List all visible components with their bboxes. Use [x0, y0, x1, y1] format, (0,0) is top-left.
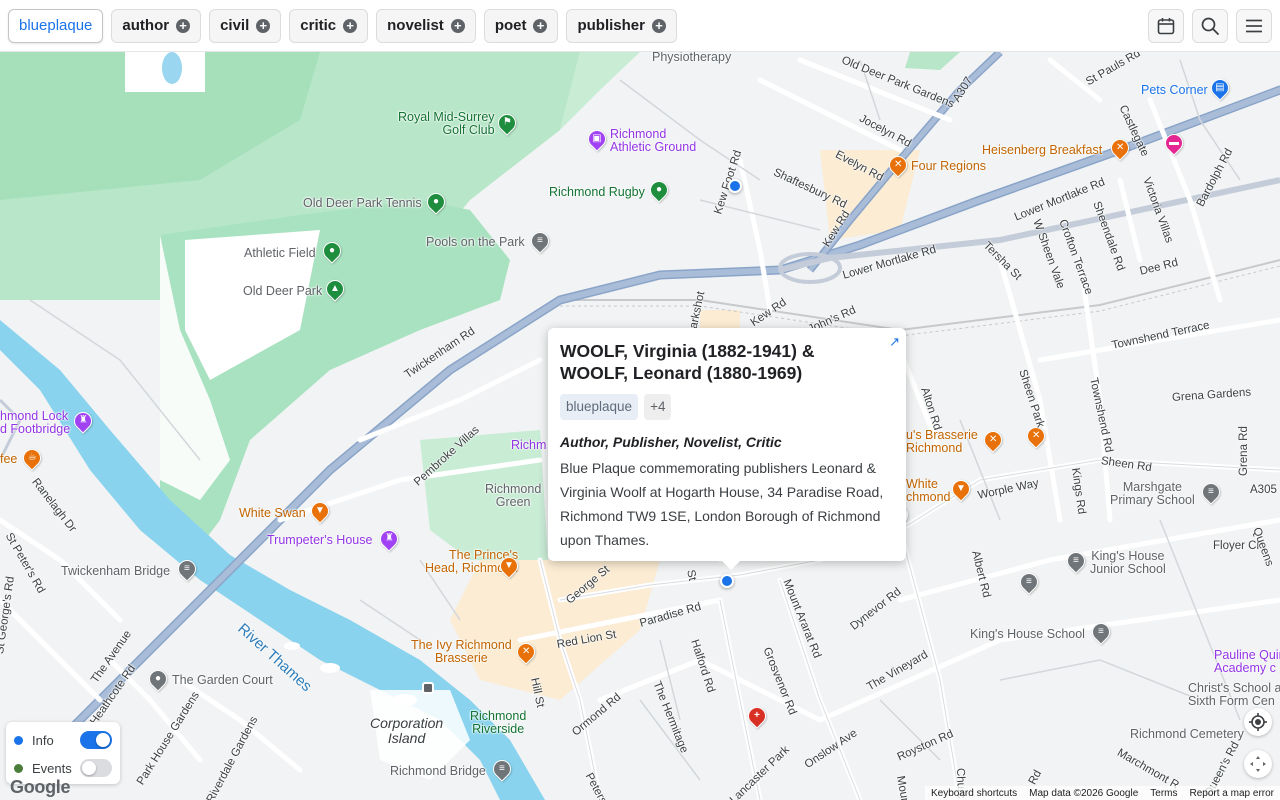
- map-attribution: Keyboard shortcuts Map data ©2026 Google…: [924, 786, 1280, 800]
- info-toggle[interactable]: [80, 731, 112, 749]
- toggle-knob: [96, 733, 110, 747]
- popup-description: Blue Plaque commemorating publishers Leo…: [560, 460, 884, 548]
- place-richmond-lock: hmond Lock d Footbridge: [0, 409, 71, 436]
- add-circle-icon: +: [533, 18, 548, 33]
- legend-info-label: Info: [32, 732, 54, 748]
- place-richmond-green: Richmond Green: [485, 482, 542, 509]
- place-cafe: fee: [0, 452, 18, 466]
- add-circle-icon: +: [450, 18, 465, 33]
- info-marker-selected[interactable]: [720, 574, 734, 588]
- place-kings-house-junior: King's House Junior School: [1090, 549, 1166, 576]
- filter-chip-author[interactable]: author +: [111, 8, 202, 43]
- fullscreen-icon: [1250, 756, 1266, 772]
- add-circle-icon: +: [256, 18, 271, 33]
- filter-bar: blueplaque author + civil + critic + nov…: [0, 0, 1280, 52]
- expand-icon[interactable]: ↗: [889, 334, 900, 350]
- menu-icon: [1246, 19, 1262, 33]
- place-old-deer-park: Old Deer Park: [243, 284, 323, 298]
- plaque-info-popup[interactable]: ↗ WOOLF, Virginia (1882-1941) & WOOLF, L…: [548, 328, 906, 570]
- place-us-brasserie: u's Brasserie Richmond: [906, 428, 978, 455]
- popup-roles: Author, Publisher, Novelist, Critic: [560, 434, 782, 450]
- filter-chip-novelist[interactable]: novelist +: [376, 8, 476, 43]
- filter-chip-label: novelist: [387, 17, 444, 34]
- place-old-deer-park-tennis: Old Deer Park Tennis: [303, 196, 422, 210]
- legend-row-info: Info: [14, 726, 112, 754]
- road-floyer-cl: Floyer Cl: [1213, 540, 1260, 552]
- legend-panel: Info Events: [6, 722, 120, 784]
- place-pets-corner: Pets Corner: [1141, 83, 1208, 97]
- filter-chip-poet[interactable]: poet +: [483, 8, 559, 43]
- place-corporation-island: Corporation Island: [370, 715, 444, 746]
- place-richmond-rugby: Richmond Rugby: [549, 185, 645, 199]
- toolbar-actions: [1140, 9, 1272, 43]
- google-logo: Google: [10, 777, 71, 797]
- place-pools-on-the-park: Pools on the Park: [426, 235, 525, 249]
- road-grena-rd: Grena Rd: [1238, 426, 1250, 476]
- bus-stop-icon[interactable]: [422, 682, 434, 694]
- place-garden-court: The Garden Court: [172, 673, 273, 687]
- road-st: St: [684, 568, 699, 582]
- calendar-button[interactable]: [1148, 9, 1184, 43]
- add-circle-icon: +: [176, 18, 191, 33]
- popup-title: WOOLF, Virginia (1882-1941) & WOOLF, Leo…: [560, 341, 815, 383]
- search-button[interactable]: [1192, 9, 1228, 43]
- place-athletic-field: Athletic Field: [244, 246, 316, 260]
- place-richmond-bridge: Richmond Bridge: [390, 764, 486, 778]
- popup-tag-primary[interactable]: blueplaque: [560, 394, 639, 420]
- report-error-link[interactable]: Report a map error: [1190, 788, 1274, 799]
- menu-button[interactable]: [1236, 9, 1272, 43]
- place-white-swan: White Swan: [239, 506, 306, 520]
- filter-chip-publisher[interactable]: publisher +: [566, 8, 677, 43]
- place-trumpeters: Trumpeter's House: [267, 533, 373, 547]
- place-ivy-richmond: The Ivy Richmond Brasserie: [411, 638, 512, 665]
- road-a305: A305: [1250, 484, 1277, 496]
- filter-chip-blueplaque[interactable]: blueplaque: [8, 8, 104, 43]
- toggle-knob: [82, 761, 96, 775]
- legend-events-label: Events: [32, 760, 72, 776]
- info-marker[interactable]: [728, 179, 742, 193]
- place-heisenberg: Heisenberg Breakfast: [982, 143, 1103, 157]
- search-icon: [1201, 17, 1219, 35]
- place-white-richmond: White chmond: [906, 477, 951, 504]
- place-physiotherapy: Physiotherapy: [652, 50, 732, 64]
- popup-tag-more[interactable]: +4: [644, 394, 672, 420]
- popup-tags: blueplaque +4: [560, 394, 894, 420]
- my-location-icon: [1249, 713, 1267, 731]
- calendar-icon: [1157, 18, 1175, 35]
- filter-chip-label: author: [122, 17, 170, 34]
- events-toggle[interactable]: [80, 759, 112, 777]
- place-royal-mid-surrey: Royal Mid-Surrey Golf Club: [398, 110, 495, 137]
- place-richm: Richm: [511, 438, 547, 452]
- filter-chip-critic[interactable]: critic +: [289, 8, 369, 43]
- filter-chip-label: poet: [494, 17, 527, 34]
- fullscreen-button[interactable]: [1244, 750, 1272, 778]
- events-dot-icon: [14, 763, 23, 773]
- place-richmond-athletic: Richmond Athletic Ground: [610, 127, 697, 154]
- place-four-regions: Four Regions: [911, 159, 987, 173]
- filter-chip-label: publisher: [577, 17, 645, 34]
- place-kings-house-school: King's House School: [970, 627, 1085, 641]
- filter-chip-label: blueplaque: [19, 17, 93, 34]
- place-twickenham-bridge: Twickenham Bridge: [61, 564, 171, 578]
- place-richmond-cemetery: Richmond Cemetery: [1130, 727, 1244, 741]
- add-circle-icon: +: [343, 18, 358, 33]
- place-christs-school: Christ's School a Sixth Form Cen: [1188, 681, 1280, 708]
- map-data-text: Map data ©2026 Google: [1029, 787, 1139, 799]
- keyboard-shortcuts-link[interactable]: Keyboard shortcuts: [931, 788, 1017, 799]
- filter-chip-label: civil: [220, 17, 250, 34]
- place-richmond-riverside: Richmond Riverside: [470, 709, 527, 736]
- place-marshgate: Marshgate Primary School: [1110, 480, 1195, 507]
- filter-chip-civil[interactable]: civil +: [209, 8, 282, 43]
- terms-link[interactable]: Terms: [1150, 788, 1177, 799]
- add-circle-icon: +: [652, 18, 666, 33]
- my-location-button[interactable]: [1244, 708, 1272, 736]
- filter-chip-label: critic: [300, 17, 337, 34]
- place-pauline-quirke: Pauline Quir Academy c: [1214, 648, 1280, 675]
- info-dot-icon: [14, 735, 23, 745]
